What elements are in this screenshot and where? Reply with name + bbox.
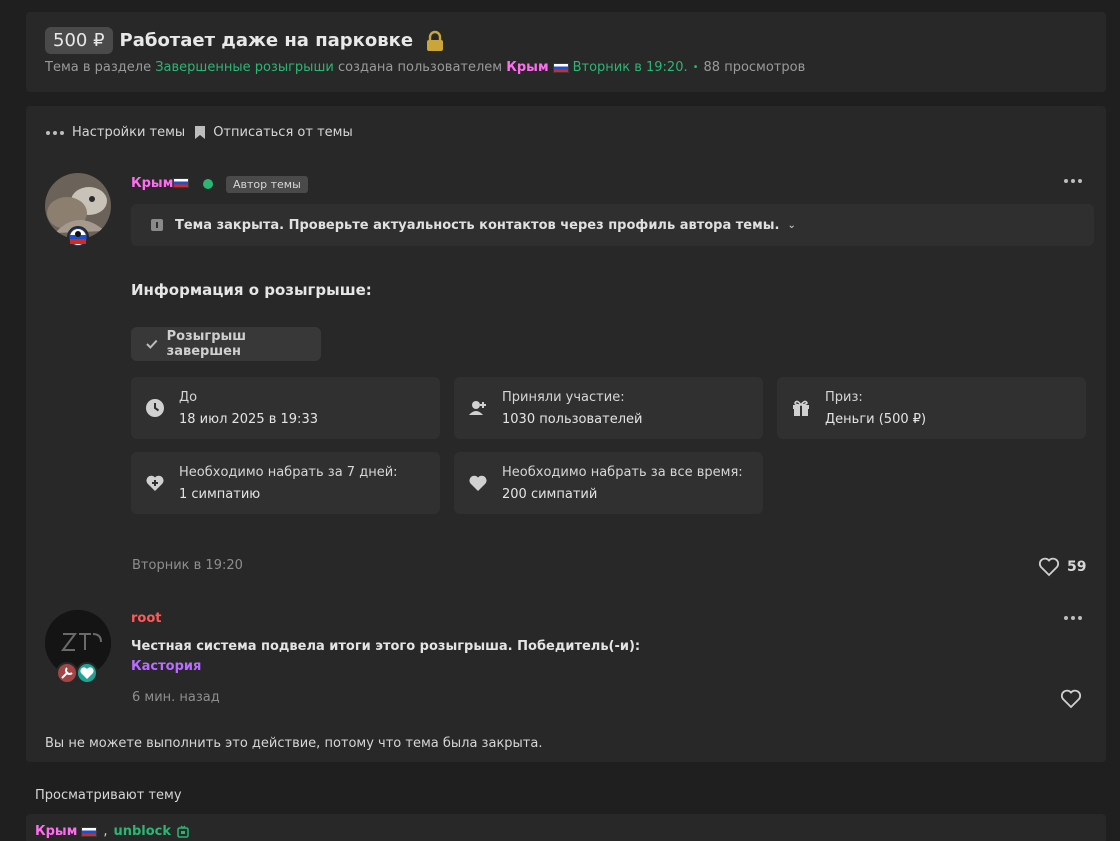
meta-prefix-text: Тема в разделе xyxy=(45,60,152,75)
topic-title-row: 500 ₽ Работает даже на парковке xyxy=(45,27,445,54)
winner-link[interactable]: Кастория xyxy=(131,659,201,674)
info-card-label: Необходимо набрать за все время: xyxy=(502,465,743,480)
like-button[interactable] xyxy=(1060,689,1082,709)
post-menu-button[interactable] xyxy=(1064,179,1082,183)
info-card-label: До xyxy=(179,390,198,405)
topic-date-link[interactable]: Вторник в 19:20. xyxy=(573,60,688,75)
heart-outline-icon xyxy=(1038,557,1060,577)
info-card-label: Необходимо набрать за 7 дней: xyxy=(179,465,398,480)
viewer-separator: , xyxy=(103,824,108,839)
created-by-text: создана пользователем xyxy=(337,60,503,75)
giveaway-info-title: Информация о розыгрыше: xyxy=(131,281,372,299)
online-status-icon xyxy=(203,179,213,189)
post-date-link[interactable]: Вторник в 19:20 xyxy=(132,558,243,573)
info-card-value: Деньги (500 ₽) xyxy=(825,412,927,427)
heart-plus-icon xyxy=(146,475,164,491)
chevron-down-icon: ⌄ xyxy=(787,219,796,231)
user-plus-icon xyxy=(469,401,486,415)
viewers-list: Крым , unblock xyxy=(35,824,190,839)
lock-icon xyxy=(425,30,445,52)
info-card-value: 200 симпатий xyxy=(502,487,598,502)
info-card-likes-week: Необходимо набрать за 7 дней: 1 симпатию xyxy=(131,452,440,514)
russia-flag-icon xyxy=(173,178,189,188)
viewers-block: Крым , unblock xyxy=(26,814,1106,841)
info-card-value: 1 симпатию xyxy=(179,487,261,502)
more-dots-icon xyxy=(46,130,64,135)
author-badge: Автор темы xyxy=(226,176,308,193)
info-card-value: 1030 пользователей xyxy=(502,412,643,427)
section-link[interactable]: Завершенные розыгрыши xyxy=(155,60,334,75)
info-card-value: 18 июл 2025 в 19:33 xyxy=(179,412,318,427)
tv-icon xyxy=(177,825,189,838)
closed-topic-notice[interactable]: Тема закрыта. Проверьте актуальность кон… xyxy=(131,204,1094,246)
post-author-username[interactable]: Крым xyxy=(131,176,173,191)
like-count: 59 xyxy=(1067,559,1087,575)
unsubscribe-label: Отписаться от темы xyxy=(213,125,353,140)
page-title: Работает даже на парковке xyxy=(119,30,414,51)
info-card-deadline: До 18 июл 2025 в 19:33 xyxy=(131,377,440,439)
closed-action-message: Вы не можете выполнить это действие, пот… xyxy=(45,736,543,751)
info-card-participants: Приняли участие: 1030 пользователей xyxy=(454,377,763,439)
notice-text: Тема закрыта. Проверьте актуальность кон… xyxy=(175,217,780,233)
viewer-link[interactable]: unblock xyxy=(113,824,171,839)
prize-prefix-badge[interactable]: 500 ₽ xyxy=(45,27,113,54)
post-author-username[interactable]: root xyxy=(131,611,162,626)
views-count: 88 просмотров xyxy=(703,60,806,75)
post-menu-button[interactable] xyxy=(1064,616,1082,620)
heart-badge-icon xyxy=(76,662,98,684)
check-icon xyxy=(146,339,158,349)
russia-flag-icon xyxy=(552,62,569,73)
author-link[interactable]: Крым xyxy=(506,60,548,75)
gift-icon xyxy=(793,400,809,416)
clock-icon xyxy=(146,399,164,417)
wrench-badge-icon xyxy=(56,662,78,684)
giveaway-status-label: Розыгрыш завершен xyxy=(166,329,247,359)
info-card-likes-total: Необходимо набрать за все время: 200 сим… xyxy=(454,452,763,514)
info-card-label: Приняли участие: xyxy=(502,390,625,405)
separator-dot-icon: • xyxy=(692,62,699,73)
topic-settings-label: Настройки темы xyxy=(72,125,186,140)
heart-outline-icon xyxy=(1060,689,1082,709)
russia-flag-icon xyxy=(81,826,98,837)
info-card-prize: Приз: Деньги (500 ₽) xyxy=(777,377,1086,439)
topic-meta: Тема в разделе Завершенные розыгрыши соз… xyxy=(45,60,805,75)
topic-settings-button[interactable]: Настройки темы xyxy=(46,125,185,140)
like-button[interactable]: 59 xyxy=(1038,557,1086,577)
user-banner-badge-icon xyxy=(67,226,89,248)
topic-header: 500 ₽ Работает даже на парковке Тема в р… xyxy=(26,12,1106,92)
thread-toolbar: Настройки темы Отписаться от темы xyxy=(46,125,363,140)
post-date-link[interactable]: 6 мин. назад xyxy=(132,690,220,705)
thread-block: Настройки темы Отписаться от темы Крым А… xyxy=(26,106,1106,762)
viewers-title: Просматривают тему xyxy=(35,788,182,803)
viewer-link[interactable]: Крым xyxy=(35,824,77,839)
info-card-label: Приз: xyxy=(825,390,863,405)
bookmark-icon xyxy=(195,126,206,139)
info-icon xyxy=(151,219,163,231)
system-message-text: Честная система подвела итоги этого розы… xyxy=(131,639,641,654)
giveaway-status-button[interactable]: Розыгрыш завершен xyxy=(131,327,321,361)
heart-icon xyxy=(469,475,487,491)
unsubscribe-button[interactable]: Отписаться от темы xyxy=(195,125,353,140)
